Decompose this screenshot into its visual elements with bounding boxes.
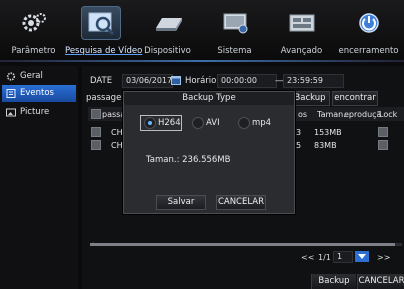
nav-label: Parâmetro <box>11 46 56 56</box>
backup-size-text: Taman.: 236.556MB <box>146 155 231 165</box>
gear-icon <box>14 6 54 40</box>
power-icon <box>349 6 389 40</box>
nav-label: encerramento <box>338 46 399 56</box>
time-label: Horário <box>185 76 217 86</box>
system-monitor-icon <box>215 6 255 40</box>
dialog-title: Backup Type <box>124 92 294 105</box>
lock-checkbox[interactable] <box>378 127 388 137</box>
sidebar-item-picture[interactable]: Picture <box>2 104 76 121</box>
row-checkbox[interactable] <box>91 140 101 150</box>
date-field[interactable]: 03/06/2017 <box>122 74 173 88</box>
pager-next[interactable]: >> <box>377 253 390 262</box>
cell-size: 153MB <box>314 128 342 137</box>
time-from-field[interactable]: 00:00:00 <box>217 74 277 88</box>
calendar-icon[interactable] <box>171 75 181 85</box>
option-h264[interactable]: H264 <box>140 115 182 131</box>
dialog-cancel-button[interactable]: CANCELAR <box>216 195 266 210</box>
horizontal-scrollbar[interactable] <box>90 243 402 246</box>
bottom-backup-button[interactable]: Backup <box>311 274 356 289</box>
page-input[interactable]: 1 <box>333 251 353 263</box>
sidebar-item-label: Picture <box>20 107 50 117</box>
option-label: AVI <box>206 118 220 128</box>
nav-parametro[interactable]: Parâmetro <box>0 0 67 62</box>
cell-size: 83MB <box>314 141 337 150</box>
radio-avi[interactable] <box>192 117 204 129</box>
pager-page: 1/1 <box>318 253 331 262</box>
cell-count: 3 <box>296 128 302 137</box>
gear-small-icon <box>6 72 16 81</box>
nav-label: Avançado <box>280 46 323 56</box>
nav-divider <box>0 60 404 62</box>
nav-sistema[interactable]: Sistema <box>201 0 268 62</box>
find-button[interactable]: encontrar <box>332 91 378 106</box>
time-to-field[interactable]: 23:59:59 <box>283 74 344 88</box>
col-header: os <box>298 110 308 119</box>
radio-mp4[interactable] <box>238 117 250 129</box>
cell-channel: CH <box>111 128 123 137</box>
nav-label: Pesquisa de Vídeo <box>65 46 143 56</box>
backup-button[interactable]: Backup <box>290 91 330 106</box>
cell-count: 5 <box>296 141 302 150</box>
advanced-icon <box>282 6 322 40</box>
video-search-icon <box>80 6 121 40</box>
hard-disk-icon <box>148 6 188 40</box>
cell-channel: CH <box>111 141 123 150</box>
option-label: H264 <box>158 118 181 128</box>
events-icon <box>6 89 16 98</box>
select-all-checkbox[interactable] <box>91 109 101 119</box>
nav-avancado[interactable]: Avançado <box>268 0 335 62</box>
nav-pesquisa-de-video[interactable]: Pesquisa de Vídeo <box>65 0 143 62</box>
picture-icon <box>6 108 16 117</box>
nav-encerramento[interactable]: encerramento <box>335 0 402 62</box>
sidebar-item-geral[interactable]: Geral <box>2 68 76 85</box>
col-header: Lock <box>379 110 398 119</box>
nav-label: Dispositivo <box>144 46 191 56</box>
bottom-cancel-button[interactable]: CANCELAR <box>357 274 404 289</box>
col-header: Taman. <box>317 110 346 119</box>
date-label: DATE <box>90 76 113 86</box>
pager-prev[interactable]: << <box>301 253 314 262</box>
top-navigation: Parâmetro Pesquisa de Vídeo Dispositivo <box>0 0 404 62</box>
scrollbar-thumb[interactable] <box>90 243 395 246</box>
page-dropdown-icon[interactable] <box>355 251 369 262</box>
col-header: eproduçã <box>344 110 382 119</box>
sidebar-item-eventos[interactable]: Eventos <box>2 85 76 102</box>
sidebar: Geral Eventos Picture <box>0 66 78 289</box>
sidebar-item-label: Geral <box>20 71 43 81</box>
backup-type-dialog: Backup Type H264 AVI mp4 Taman.: 236.556… <box>123 91 295 214</box>
nav-dispositivo[interactable]: Dispositivo <box>134 0 201 62</box>
lock-checkbox[interactable] <box>378 140 388 150</box>
radio-h264[interactable] <box>144 117 156 129</box>
row-checkbox[interactable] <box>91 127 101 137</box>
nav-label: Sistema <box>217 46 252 56</box>
option-label: mp4 <box>252 118 272 128</box>
sidebar-item-label: Eventos <box>20 88 54 98</box>
save-button[interactable]: Salvar <box>156 195 206 210</box>
